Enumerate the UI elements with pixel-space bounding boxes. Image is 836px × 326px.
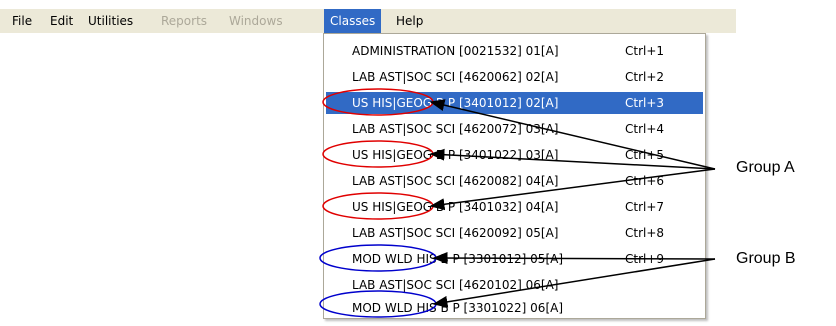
group-b-arrow — [432, 258, 716, 308]
group-a-arrow — [429, 148, 716, 170]
group-a-arrow — [429, 99, 716, 170]
annotation-overlay — [319, 88, 716, 318]
group-a-circle — [322, 88, 434, 116]
group-b-circle — [319, 244, 437, 272]
group-b-arrow — [432, 252, 716, 265]
group-b-circle — [319, 290, 437, 318]
group-a-circle — [322, 140, 434, 168]
group-a-label: Group A — [736, 159, 795, 176]
group-a-circle — [322, 192, 434, 220]
group-b-label: Group B — [736, 250, 796, 267]
group-a-arrow — [429, 168, 716, 211]
